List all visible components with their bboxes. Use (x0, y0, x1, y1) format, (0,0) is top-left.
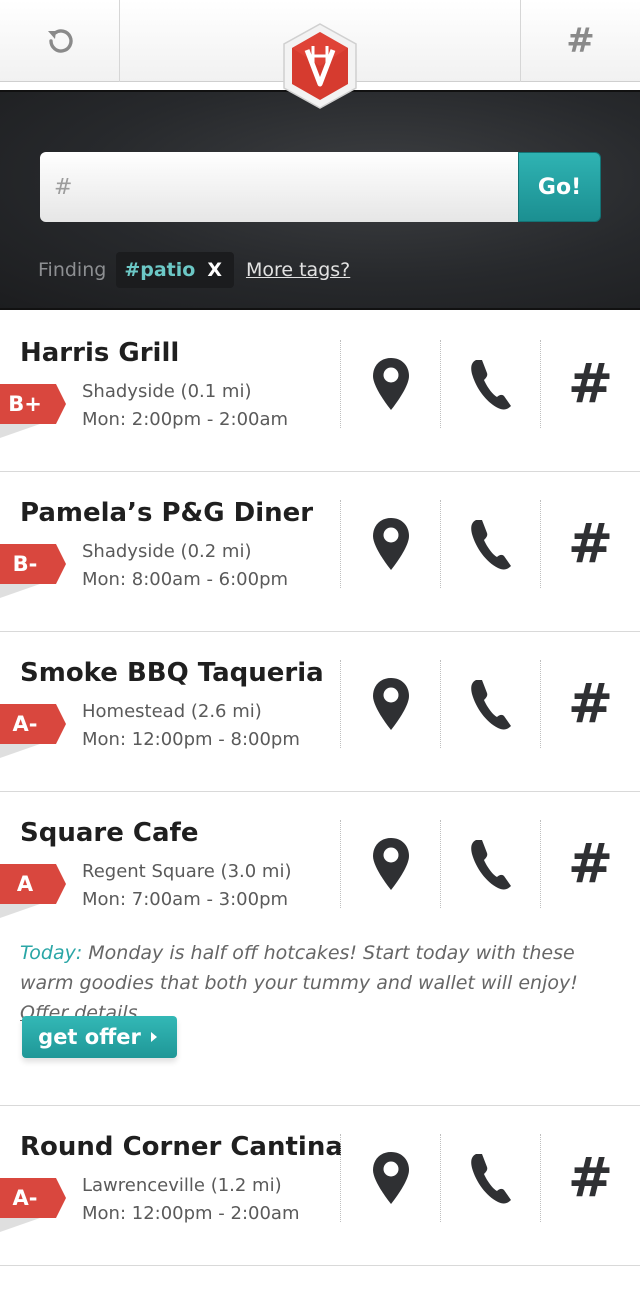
grade-label: A (16, 872, 34, 896)
grade-badge: A- (0, 1178, 66, 1232)
hashtags-button[interactable]: # (540, 820, 640, 908)
map-button[interactable] (340, 340, 440, 428)
active-tag-label: #patio (124, 259, 196, 281)
grade-badge: B- (0, 544, 66, 598)
list-item[interactable]: Round Corner Cantina A- Lawrenceville (1… (0, 1106, 640, 1266)
location-info: Shadyside (0.2 mi) Mon: 8:00am - 6:00pm (82, 538, 288, 594)
item-actions: # (340, 660, 640, 748)
get-offer-label: get offer (38, 1025, 141, 1049)
hashtags-button[interactable]: # (540, 1134, 640, 1222)
call-button[interactable] (440, 820, 540, 908)
grade-label: B+ (8, 392, 42, 416)
location-info: Homestead (2.6 mi) Mon: 12:00pm - 8:00pm (82, 698, 300, 754)
location-info: Lawrenceville (1.2 mi) Mon: 12:00pm - 2:… (82, 1172, 300, 1228)
get-offer-button[interactable]: get offer (22, 1016, 177, 1058)
hours-text: Mon: 12:00pm - 2:00am (82, 1203, 300, 1224)
hours-text: Mon: 2:00pm - 2:00am (82, 409, 289, 430)
call-button[interactable] (440, 340, 540, 428)
phone-icon (470, 840, 511, 890)
call-button[interactable] (440, 1134, 540, 1222)
hashtags-button[interactable]: # (540, 660, 640, 748)
hashtag-label: # (566, 21, 595, 61)
hours-text: Mon: 8:00am - 6:00pm (82, 569, 289, 590)
call-button[interactable] (440, 500, 540, 588)
location-text: Regent Square (3.0 mi) (82, 861, 292, 882)
grade-badge: B+ (0, 384, 66, 438)
map-button[interactable] (340, 1134, 440, 1222)
hashtag-icon: # (567, 832, 614, 895)
active-tag-chip: #patio X (116, 252, 234, 288)
refresh-button[interactable] (0, 0, 120, 82)
item-actions: # (340, 340, 640, 428)
caret-right-icon (150, 1032, 157, 1042)
search-field-wrapper (40, 152, 520, 222)
map-pin-icon (372, 838, 409, 890)
offer-today-label: Today: (20, 942, 83, 964)
more-tags-link[interactable]: More tags? (246, 259, 350, 281)
phone-icon (470, 1154, 511, 1204)
location-text: Shadyside (0.2 mi) (82, 541, 252, 562)
offer-description: Today: Monday is half off hotcakes! Star… (20, 938, 620, 1028)
location-info: Shadyside (0.1 mi) Mon: 2:00pm - 2:00am (82, 378, 288, 434)
grade-label: A- (12, 1186, 38, 1210)
active-filters: Finding #patio X More tags? (38, 252, 350, 288)
finding-label: Finding (38, 259, 107, 281)
restaurant-name[interactable]: Harris Grill (20, 338, 179, 368)
remove-tag-button[interactable]: X (207, 259, 222, 281)
item-actions: # (340, 820, 640, 908)
restaurant-name[interactable]: Pamela’s P&G Diner (20, 498, 313, 528)
shield-logo-icon (283, 23, 357, 109)
map-button[interactable] (340, 660, 440, 748)
hours-text: Mon: 12:00pm - 8:00pm (82, 729, 300, 750)
list-item[interactable]: Smoke BBQ Taqueria A- Homestead (2.6 mi)… (0, 632, 640, 792)
search-panel: Go! Finding #patio X More tags? (0, 90, 640, 310)
hashtags-button[interactable]: # (540, 500, 640, 588)
hashtag-icon: # (567, 1146, 614, 1209)
go-button[interactable]: Go! (518, 152, 601, 222)
hashtag-button[interactable]: # (520, 0, 640, 82)
hashtag-icon: # (567, 352, 614, 415)
hours-text: Mon: 7:00am - 3:00pm (82, 889, 289, 910)
item-actions: # (340, 1134, 640, 1222)
hashtag-icon: # (567, 672, 614, 735)
search-input[interactable] (54, 174, 520, 200)
map-pin-icon (372, 358, 409, 410)
phone-icon (470, 680, 511, 730)
app-logo[interactable] (280, 22, 360, 110)
list-item[interactable]: Harris Grill B+ Shadyside (0.1 mi) Mon: … (0, 312, 640, 472)
call-button[interactable] (440, 660, 540, 748)
location-text: Shadyside (0.1 mi) (82, 381, 252, 402)
map-pin-icon (372, 678, 409, 730)
map-pin-icon (372, 1152, 409, 1204)
location-info: Regent Square (3.0 mi) Mon: 7:00am - 3:0… (82, 858, 291, 914)
grade-label: B- (12, 552, 38, 576)
list-item[interactable]: Pamela’s P&G Diner B- Shadyside (0.2 mi)… (0, 472, 640, 632)
restaurant-name[interactable]: Smoke BBQ Taqueria (20, 658, 324, 688)
grade-label: A- (12, 712, 38, 736)
list-item[interactable]: Square Cafe A Regent Square (3.0 mi) Mon… (0, 792, 640, 1106)
offer-text: Monday is half off hotcakes! Start today… (20, 942, 578, 994)
phone-icon (470, 360, 511, 410)
grade-badge: A- (0, 704, 66, 758)
hashtags-button[interactable]: # (540, 340, 640, 428)
restaurant-name[interactable]: Round Corner Cantina (20, 1132, 343, 1162)
grade-badge: A (0, 864, 66, 918)
location-text: Lawrenceville (1.2 mi) (82, 1175, 282, 1196)
restaurant-name[interactable]: Square Cafe (20, 818, 198, 848)
phone-icon (470, 520, 511, 570)
refresh-icon (47, 29, 73, 53)
hashtag-icon: # (567, 512, 614, 575)
item-actions: # (340, 500, 640, 588)
map-button[interactable] (340, 820, 440, 908)
map-button[interactable] (340, 500, 440, 588)
location-text: Homestead (2.6 mi) (82, 701, 262, 722)
map-pin-icon (372, 518, 409, 570)
